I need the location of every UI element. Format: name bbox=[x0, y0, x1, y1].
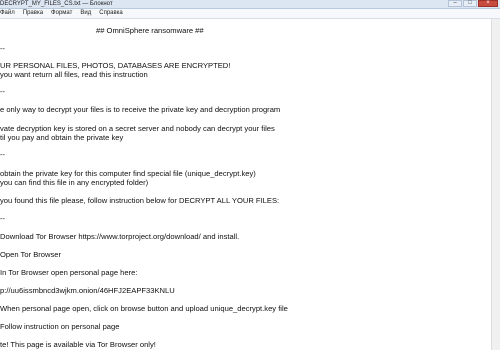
step-open-tor: Open Tor Browser bbox=[0, 250, 62, 259]
menu-help[interactable]: Справка bbox=[99, 9, 123, 18]
menu-view[interactable]: Вид bbox=[80, 9, 91, 18]
onion-url-line: p://uu6issmbncd3wjkm.onion/46HFJ2EAPF33K… bbox=[0, 286, 175, 295]
follow-instructions-line: you found this file please, follow instr… bbox=[0, 196, 280, 205]
text-editor[interactable]: ## OmniSphere ransomware ## -- UR PERSON… bbox=[0, 19, 492, 350]
separator-line: -- bbox=[0, 44, 6, 53]
separator-line: -- bbox=[0, 150, 6, 159]
step-upload-key: When personal page open, click on browse… bbox=[0, 304, 288, 313]
read-instruction-line: you want return all files, read this ins… bbox=[0, 70, 148, 79]
separator-line: -- bbox=[0, 87, 6, 96]
ransom-title: ## OmniSphere ransomware ## bbox=[96, 26, 204, 35]
close-button[interactable]: × bbox=[478, 0, 498, 7]
minimize-button[interactable]: – bbox=[448, 0, 462, 7]
menu-edit[interactable]: Правка bbox=[23, 9, 43, 18]
step-download-tor: Download Tor Browser https://www.torproj… bbox=[0, 232, 240, 241]
encrypted-folder-line: you can find this file in any encrypted … bbox=[0, 178, 149, 187]
step-follow-page: Follow instruction on personal page bbox=[0, 322, 120, 331]
step-open-page: In Tor Browser open personal page here: bbox=[0, 268, 138, 277]
tor-only-note: te! This page is available via Tor Brows… bbox=[0, 340, 156, 349]
menu-format[interactable]: Формат bbox=[51, 9, 72, 18]
window-title: DECRYPT_MY_FILES_CS.txt — Блокнот bbox=[0, 1, 113, 7]
menu-file[interactable]: Файл bbox=[0, 9, 15, 18]
separator-line: -- bbox=[0, 214, 6, 223]
maximize-button[interactable]: □ bbox=[463, 0, 477, 7]
menu-bar: Файл Правка Формат Вид Справка bbox=[0, 9, 500, 19]
window-controls: – □ × bbox=[448, 0, 498, 8]
vertical-scrollbar[interactable] bbox=[491, 19, 500, 350]
payment-line: til you pay and obtain the private key bbox=[0, 133, 124, 142]
title-bar: DECRYPT_MY_FILES_CS.txt — Блокнот – □ × bbox=[0, 0, 500, 9]
decrypt-method-line: e only way to decrypt your files is to r… bbox=[0, 105, 281, 114]
